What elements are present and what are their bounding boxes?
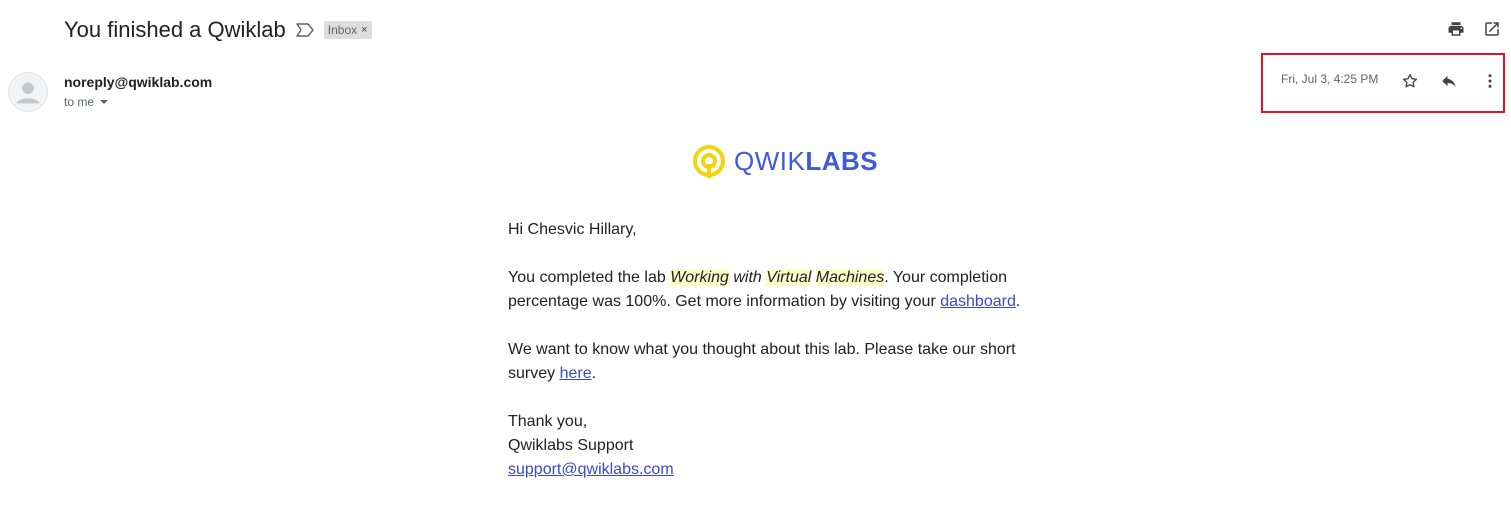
importance-marker-icon[interactable] xyxy=(296,21,314,39)
p2-end: . xyxy=(591,365,597,382)
inbox-label-chip: Inbox × xyxy=(323,21,372,39)
lab-word-3: Virtual xyxy=(766,269,812,286)
signature-name: Qwiklabs Support xyxy=(508,437,634,454)
survey-link[interactable]: here xyxy=(560,365,592,382)
star-icon[interactable] xyxy=(1401,72,1419,90)
p1-end: . xyxy=(1015,293,1021,310)
survey-paragraph: We want to know what you thought about t… xyxy=(508,338,1028,386)
lab-word-1: Working xyxy=(670,269,729,286)
remove-label-button[interactable]: × xyxy=(361,24,367,36)
dashboard-link[interactable]: dashboard xyxy=(940,293,1016,310)
recipient-line: to me xyxy=(64,95,109,109)
sender-avatar[interactable] xyxy=(8,72,48,112)
logo-wordmark: QWIKLABS xyxy=(734,146,878,177)
qwiklabs-logo: QWIKLABS xyxy=(692,142,878,180)
logo-text-light: QWIK xyxy=(734,145,806,176)
sender-address[interactable]: noreply@qwiklab.com xyxy=(64,74,212,90)
message-date: Fri, Jul 3, 4:25 PM xyxy=(1281,72,1379,86)
lab-word-4: Machines xyxy=(815,269,885,286)
email-view: You finished a Qwiklab Inbox × noreply@q… xyxy=(0,0,1511,515)
reply-icon[interactable] xyxy=(1440,72,1458,90)
print-icon[interactable] xyxy=(1447,20,1465,38)
completion-paragraph: You completed the lab Working with Virtu… xyxy=(508,266,1028,314)
lab-word-2: with xyxy=(728,269,767,286)
email-body: Hi Chesvic Hillary, You completed the la… xyxy=(508,218,1028,506)
qwiklabs-logo-icon xyxy=(693,145,725,178)
signature: Thank you, Qwiklabs Support support@qwik… xyxy=(508,410,1028,482)
recipient-text: to me xyxy=(64,95,95,109)
logo-text-bold: LABS xyxy=(805,145,879,176)
label-chip-text: Inbox xyxy=(327,23,358,37)
message-meta: Fri, Jul 3, 4:25 PM xyxy=(1281,72,1401,86)
thread-actions xyxy=(1447,20,1501,38)
signature-thanks: Thank you, xyxy=(508,413,588,430)
email-subject: You finished a Qwiklab xyxy=(64,17,286,42)
show-details-chevron-down-icon[interactable] xyxy=(100,100,109,104)
open-in-new-window-icon[interactable] xyxy=(1483,20,1501,38)
greeting: Hi Chesvic Hillary, xyxy=(508,221,637,238)
support-email-link[interactable]: support@qwiklabs.com xyxy=(508,458,1028,482)
more-options-icon[interactable] xyxy=(1481,72,1499,90)
p1-start: You completed the lab xyxy=(508,269,671,286)
subject-row: You finished a Qwiklab Inbox × xyxy=(64,14,372,46)
